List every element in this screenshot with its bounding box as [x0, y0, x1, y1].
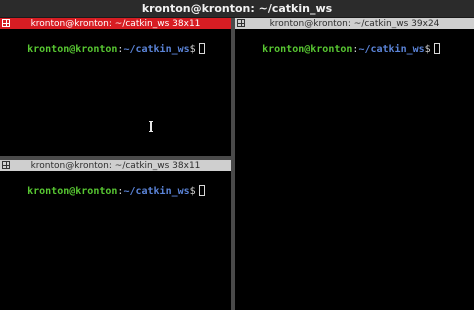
terminal-pane-top-left[interactable]: kronton@kronton: ~/catkin_ws 38x11 kront… [0, 18, 231, 156]
prompt-user-host: kronton@kronton [27, 44, 118, 55]
pane-title: kronton@kronton: ~/catkin_ws 38x11 [30, 18, 201, 29]
pane-title-bar[interactable]: kronton@kronton: ~/catkin_ws 39x24 [235, 18, 474, 29]
prompt-symbol: $ [189, 186, 196, 197]
window-title-text: kronton@kronton: ~/catkin_ws [141, 2, 333, 15]
window-title: kronton@kronton: ~/catkin_ws [0, 0, 474, 18]
shell-prompt[interactable]: kronton@kronton:~/catkin_ws$ [3, 31, 205, 68]
prompt-symbol: $ [424, 44, 431, 55]
pane-title-bar[interactable]: kronton@kronton: ~/catkin_ws 38x11 [0, 18, 231, 29]
shell-prompt[interactable]: kronton@kronton:~/catkin_ws$ [3, 173, 205, 210]
terminal-cursor [433, 43, 440, 54]
pane-title: kronton@kronton: ~/catkin_ws 39x24 [269, 18, 440, 29]
prompt-path: ~/catkin_ws [123, 44, 190, 55]
terminal-cursor [198, 43, 205, 54]
pane-title: kronton@kronton: ~/catkin_ws 38x11 [30, 160, 201, 171]
terminal-pane-bottom-left[interactable]: kronton@kronton: ~/catkin_ws 38x11 kront… [0, 160, 231, 310]
terminal-cursor [198, 185, 205, 196]
prompt-path: ~/catkin_ws [123, 186, 190, 197]
shell-prompt[interactable]: kronton@kronton:~/catkin_ws$ [238, 31, 440, 68]
prompt-user-host: kronton@kronton [27, 186, 118, 197]
split-pane-icon[interactable] [237, 19, 245, 27]
terminal-pane-right[interactable]: kronton@kronton: ~/catkin_ws 39x24 kront… [235, 18, 474, 310]
prompt-symbol: $ [189, 44, 196, 55]
prompt-user-host: kronton@kronton [262, 44, 353, 55]
split-pane-icon[interactable] [2, 19, 10, 27]
prompt-path: ~/catkin_ws [358, 44, 425, 55]
pane-title-bar[interactable]: kronton@kronton: ~/catkin_ws 38x11 [0, 160, 231, 171]
text-cursor-icon [149, 121, 153, 132]
split-pane-icon[interactable] [2, 161, 10, 169]
